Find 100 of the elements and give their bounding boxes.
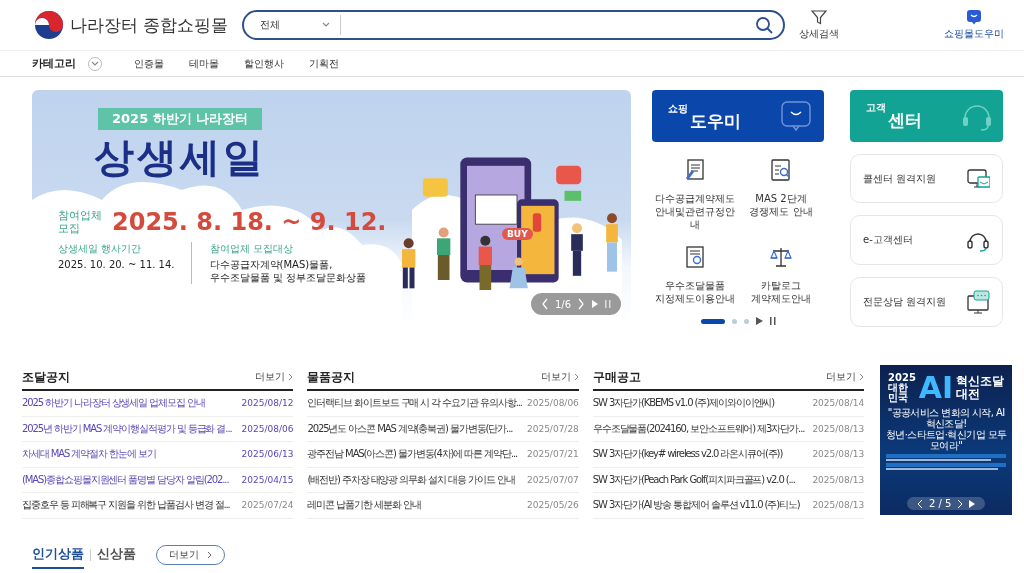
notice-link[interactable]: SW 3자단가(KBEMS v1.0 (주)제이와이이엔씨) — [592, 396, 775, 411]
notice-date: 2025/08/12 — [241, 398, 294, 409]
product-tab[interactable]: 인기상품 — [32, 544, 84, 569]
banner-country: 대한 민국 — [888, 383, 909, 403]
notice-link[interactable]: (MAS)종합쇼핑몰지원센터 품명별 담당자 알림(202... — [22, 472, 229, 487]
board-title: 조달공지 — [22, 368, 70, 386]
chevron-right-icon — [573, 373, 579, 381]
shopping-helper-link[interactable]: 쇼핑몰도우미 — [944, 9, 1004, 41]
play-button[interactable] — [755, 317, 763, 325]
more-link[interactable]: 더보기 — [826, 370, 865, 384]
event-badge: 2025 하반기 나라장터 — [98, 108, 263, 130]
play-icon — [755, 317, 763, 325]
pause-button[interactable] — [769, 317, 776, 325]
notice-link[interactable]: 집중호우 등 피해복구 지원을 위한 납품검사 변경 절... — [22, 498, 230, 513]
logo-text[interactable]: 나라장터 종합쇼핑몰 — [70, 13, 229, 37]
nav-link[interactable]: 할인행사 — [244, 56, 284, 71]
more-link[interactable]: 더보기 — [540, 370, 579, 384]
helper-menu-item[interactable]: 카탈로그 계약제도안내 — [738, 245, 824, 305]
notice-date: 2025/08/13 — [812, 449, 865, 460]
category-label: 카테고리 — [32, 56, 76, 71]
detail-search-button[interactable]: 상세검색 — [799, 9, 840, 41]
product-tab[interactable]: 신상품 — [97, 544, 136, 569]
chevron-right-icon — [957, 498, 964, 509]
category-toggle[interactable] — [88, 56, 102, 71]
slide-dot[interactable] — [731, 318, 737, 324]
notice-date: 2025/06/13 — [241, 449, 294, 460]
notice-date: 2025/08/14 — [812, 398, 865, 409]
helper-header[interactable]: 쇼핑 도우미 — [652, 90, 824, 142]
filter-icon — [811, 9, 828, 25]
next-button[interactable] — [957, 498, 964, 509]
chevron-left-icon — [916, 498, 923, 509]
notice-link[interactable]: SW 3자단가(key# wireless v2.0 라온시큐어(주)) — [592, 447, 783, 462]
notice-link[interactable]: 2025년 하반기 MAS 계약이행실적평가 및 등급화 결... — [22, 421, 232, 436]
nav-link[interactable]: 인증몰 — [134, 56, 164, 71]
target-text: 다수공급자계약(MAS)물품, 우수조달물품 및 정부조달문화상품 — [209, 258, 366, 284]
nav-link[interactable]: 기획전 — [309, 56, 339, 71]
play-icon — [969, 499, 976, 508]
category-dropdown[interactable]: 전체 — [260, 15, 342, 35]
notice-date: 2025/08/13 — [812, 423, 865, 434]
helper-menu-item[interactable]: 다수공급계약제도 안내및관련규정안내 — [652, 158, 738, 231]
document-magnifier-icon — [769, 158, 793, 182]
pause-icon — [605, 299, 611, 309]
monitor-chat-icon — [966, 290, 990, 315]
helper-menu-item[interactable]: MAS 2단계 경쟁제도 안내 — [738, 158, 824, 231]
notice-date: 2025/07/24 — [241, 500, 294, 511]
laptop-monitor-icon — [966, 166, 990, 191]
expo-title: 혁신조달 대전 — [956, 375, 1005, 401]
notice-link[interactable]: 인터랙티브 화이트보드 구매 시 각 수요기관 유의사항... — [307, 396, 522, 411]
support-card[interactable]: 전문상담 원격지원 — [850, 277, 1003, 327]
notice-date: 2025/08/06 — [526, 398, 579, 409]
notice-date: 2025/04/15 — [241, 474, 294, 485]
chevron-right-icon — [207, 550, 212, 559]
support-card[interactable]: 콜센터 원격지원 — [850, 153, 1003, 204]
support-card[interactable]: e-고객센터 — [850, 215, 1003, 266]
banner-title: 상생세일 — [94, 133, 266, 182]
buy-label: BUY — [502, 228, 533, 240]
emblem-icon — [34, 10, 64, 40]
notice-link[interactable]: (배전반) 주차장 태양광 의무화 설치 대응 가이드 안내 — [307, 472, 515, 487]
notice-link[interactable]: SW 3자단가(Peach Park Golf(피치파크골프) v2.0 (... — [592, 472, 795, 487]
recruit-label: 참여업체 모집 — [58, 209, 102, 235]
search-icon[interactable] — [755, 16, 774, 34]
chat-bubble-icon — [780, 100, 812, 132]
notice-date: 2025/07/28 — [526, 423, 579, 434]
previous-button[interactable] — [916, 498, 923, 509]
chat-bubble-icon — [966, 9, 982, 25]
target-label: 참여업체 모집대상 — [209, 242, 294, 256]
certificate-icon — [683, 245, 707, 269]
notice-date: 2025/07/07 — [526, 474, 579, 485]
banner-slogan: "공공서비스 변화의 시작, AI 혁신조달! 청년·스타트업·혁신기업 모두 모여라" — [884, 407, 1008, 451]
center-small-title: 고객 — [866, 101, 886, 116]
notice-link[interactable]: 광주전남 MAS(아스콘) 물가변동(4차)에 따른 계약단... — [307, 447, 518, 462]
nav-link[interactable]: 테마몰 — [189, 56, 219, 71]
board-title: 구매공고 — [592, 368, 641, 386]
more-link[interactable]: 더보기 — [255, 370, 294, 384]
helper-menu-item[interactable]: 우수조달물품 지정제도이용안내 — [652, 245, 738, 305]
helper-small-title: 쇼핑 — [668, 101, 688, 116]
slide-dot[interactable] — [743, 318, 749, 324]
banner-year: 2025 — [888, 373, 916, 383]
slide-counter: 1/6 — [554, 298, 571, 310]
notice-date: 2025/08/13 — [812, 500, 865, 511]
event-period: 2025. 10. 20. ~ 11. 14. — [58, 258, 175, 271]
notice-link[interactable]: 2025 하반기 나라장터 상생세일 업체모집 안내 — [22, 396, 205, 411]
notice-link[interactable]: 차세대 MAS 계약절차 한눈에 보기 — [22, 447, 156, 462]
slide-counter: 2 / 5 — [928, 498, 952, 509]
document-pen-icon — [683, 158, 707, 182]
notice-link[interactable]: SW 3자단가(AI 방송 통합제어 솔루션 v11.0 (주)티노) — [592, 498, 800, 513]
chevron-left-icon — [540, 298, 549, 310]
more-button[interactable]: 더보기 — [156, 544, 225, 565]
notice-link[interactable]: 2025년도 아스콘 MAS 계약(충북권) 물가변동(단가... — [307, 421, 513, 436]
notice-date: 2025/05/26 — [526, 500, 579, 511]
ai-title: AI — [918, 373, 954, 403]
search-field[interactable]: 전체 — [242, 10, 786, 40]
play-button[interactable] — [969, 499, 976, 508]
notice-date: 2025/07/21 — [526, 449, 579, 460]
event-period-label: 상생세일 행사기간 — [58, 242, 143, 256]
scale-icon — [769, 245, 793, 269]
notice-link[interactable]: 우수조달물품(2024160, 보안소프트웨어) 제3자단가... — [592, 421, 805, 436]
notice-date: 2025/08/06 — [241, 423, 294, 434]
notice-link[interactable]: 레미콘 납품기한 세분화 안내 — [307, 498, 421, 513]
chevron-right-icon — [577, 298, 585, 310]
